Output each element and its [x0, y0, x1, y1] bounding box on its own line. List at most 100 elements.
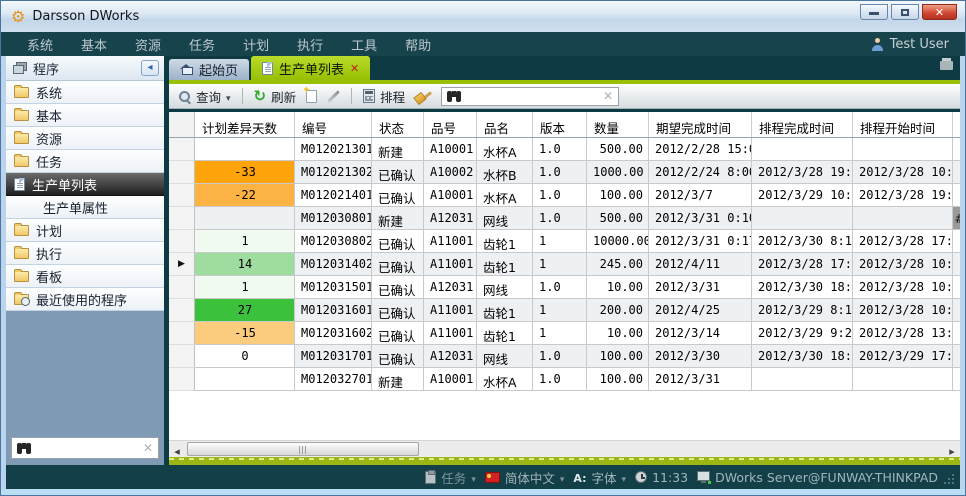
- toolbar-search-input[interactable]: [466, 88, 598, 104]
- column-header-item_name[interactable]: 品名: [477, 112, 533, 137]
- horizontal-scrollbar[interactable]: [169, 440, 960, 457]
- task-dropdown-icon[interactable]: [471, 470, 476, 485]
- row-selector-cell[interactable]: [169, 276, 195, 299]
- menu-item-system[interactable]: 系统: [13, 35, 67, 54]
- column-header-diff[interactable]: 计划差异天数: [195, 112, 295, 137]
- row-selector-cell[interactable]: [169, 253, 195, 276]
- column-header-status[interactable]: 状态: [372, 112, 424, 137]
- toolbar: 查询 刷新 排程: [169, 84, 960, 109]
- cell-version: 1.0: [533, 161, 587, 184]
- row-selector-cell[interactable]: [169, 299, 195, 322]
- cell-version: 1.0: [533, 184, 587, 207]
- sidebar-item-production-order-list[interactable]: 生产单列表: [6, 173, 164, 196]
- menu-item-task[interactable]: 任务: [175, 35, 229, 54]
- cell-sched_end: 2012/3/29 10:20: [752, 184, 853, 207]
- user-menu[interactable]: Test User: [871, 37, 953, 52]
- menu-item-plan[interactable]: 计划: [229, 35, 283, 54]
- menubar: 系统基本资源任务计划执行工具帮助 Test User: [1, 32, 965, 56]
- row-selector-cell[interactable]: [169, 345, 195, 368]
- clock-icon: [635, 471, 647, 483]
- language-menu[interactable]: 简体中文: [485, 468, 565, 487]
- row-selector-cell[interactable]: [169, 368, 195, 391]
- table-row[interactable]: -15M012031602已确认A11001齿轮1110.002012/3/14…: [169, 322, 960, 345]
- font-dropdown-icon[interactable]: [622, 470, 627, 485]
- task-status-menu[interactable]: 任务: [425, 468, 476, 487]
- query-button[interactable]: 查询: [176, 87, 233, 106]
- clean-button[interactable]: [413, 89, 433, 104]
- row-selector-cell[interactable]: [169, 184, 195, 207]
- row-selector-cell[interactable]: [169, 322, 195, 345]
- cell-status: 新建: [372, 368, 424, 391]
- table-row[interactable]: 14M012031402已确认A11001齿轮11245.002012/4/11…: [169, 253, 960, 276]
- edit-button[interactable]: [325, 95, 342, 98]
- scroll-left-icon[interactable]: [169, 440, 185, 459]
- cell-item_no: A10001: [424, 368, 477, 391]
- restore-button[interactable]: [891, 4, 919, 20]
- close-button[interactable]: [922, 4, 957, 20]
- font-menu[interactable]: 字体: [573, 468, 626, 487]
- column-header-due[interactable]: 期望完成时间: [649, 112, 752, 137]
- table-row[interactable]: M012030801新建A12031网线1.0500.002012/3/31 0…: [169, 207, 960, 230]
- cell-due: 2012/3/31 0:17: [649, 230, 752, 253]
- folder-icon: [14, 133, 29, 144]
- row-selector-cell[interactable]: [169, 138, 195, 161]
- column-header-qty[interactable]: 数量: [587, 112, 649, 137]
- sidebar-item-plan[interactable]: 计划: [6, 219, 164, 242]
- calculator-icon: [363, 89, 375, 103]
- schedule-button[interactable]: 排程: [361, 87, 407, 106]
- row-selector-cell[interactable]: [169, 230, 195, 253]
- sidebar-search-input[interactable]: [36, 440, 138, 456]
- close-tab-icon[interactable]: [350, 61, 359, 76]
- cell-extra: [953, 322, 960, 345]
- scrollbar-thumb[interactable]: [187, 442, 419, 456]
- menu-item-execute[interactable]: 执行: [283, 35, 337, 54]
- row-selector-cell[interactable]: [169, 161, 195, 184]
- column-header-extra[interactable]: 前: [953, 112, 960, 137]
- cell-sched_end: [752, 138, 853, 161]
- table-row[interactable]: 0M012031701已确认A12031网线1.0100.002012/3/30…: [169, 345, 960, 368]
- minimize-button[interactable]: [860, 4, 888, 20]
- sidebar-item-resource[interactable]: 资源: [6, 127, 164, 150]
- refresh-button[interactable]: 刷新: [252, 87, 299, 106]
- language-dropdown-icon[interactable]: [560, 470, 565, 485]
- sidebar-item-recent-programs[interactable]: 最近使用的程序: [6, 288, 164, 311]
- sidebar-item-task[interactable]: 任务: [6, 150, 164, 173]
- table-row[interactable]: 1M012030802已确认A11001齿轮1110000.002012/3/3…: [169, 230, 960, 253]
- column-header-sched_end[interactable]: 排程完成时间: [752, 112, 853, 137]
- cell-sched_start: 2012/3/28 19:10: [853, 184, 953, 207]
- column-header-version[interactable]: 版本: [533, 112, 587, 137]
- table-row[interactable]: -33M012021302已确认A10002水杯B1.01000.002012/…: [169, 161, 960, 184]
- cell-extra: [953, 161, 960, 184]
- column-header-code[interactable]: 编号: [295, 112, 372, 137]
- cell-extra: [953, 276, 960, 299]
- table-row[interactable]: 1M012031501已确认A12031网线1.010.002012/3/312…: [169, 276, 960, 299]
- column-header-sched_start[interactable]: 排程开始时间: [853, 112, 953, 137]
- status-time: 11:33: [652, 470, 688, 485]
- table-row[interactable]: M012032701新建A10001水杯A1.0100.002012/3/31: [169, 368, 960, 391]
- table-row[interactable]: 27M012031601已确认A11001齿轮11200.002012/4/25…: [169, 299, 960, 322]
- menu-item-resource[interactable]: 资源: [121, 35, 175, 54]
- sidebar-item-execute[interactable]: 执行: [6, 242, 164, 265]
- new-button[interactable]: [304, 90, 319, 103]
- sidebar-item-system[interactable]: 系统: [6, 81, 164, 104]
- menu-item-tools[interactable]: 工具: [337, 35, 391, 54]
- sidebar-item-kanban[interactable]: 看板: [6, 265, 164, 288]
- sidebar-collapse-button[interactable]: [141, 60, 159, 76]
- folder-icon: [14, 225, 29, 236]
- tab-production-order-list[interactable]: 生产单列表: [251, 56, 370, 80]
- menu-item-help[interactable]: 帮助: [391, 35, 445, 54]
- pin-icon[interactable]: [940, 61, 953, 70]
- column-header-item_no[interactable]: 品号: [424, 112, 477, 137]
- tab-start-page[interactable]: 起始页: [169, 59, 249, 80]
- table-row[interactable]: M012021301新建A10001水杯A1.0500.002012/2/28 …: [169, 138, 960, 161]
- clear-sidebar-search-icon[interactable]: [143, 442, 153, 454]
- table-row[interactable]: -22M012021401已确认A10001水杯A1.0100.002012/3…: [169, 184, 960, 207]
- row-selector-cell[interactable]: [169, 207, 195, 230]
- menu-item-basic[interactable]: 基本: [67, 35, 121, 54]
- clear-toolbar-search-icon[interactable]: [603, 90, 613, 102]
- sidebar-item-production-order-props[interactable]: 生产单属性: [6, 196, 164, 219]
- sidebar-item-basic[interactable]: 基本: [6, 104, 164, 127]
- scroll-right-icon[interactable]: [944, 440, 960, 459]
- query-dropdown-icon[interactable]: [226, 89, 231, 104]
- resize-grip-icon[interactable]: [952, 482, 954, 484]
